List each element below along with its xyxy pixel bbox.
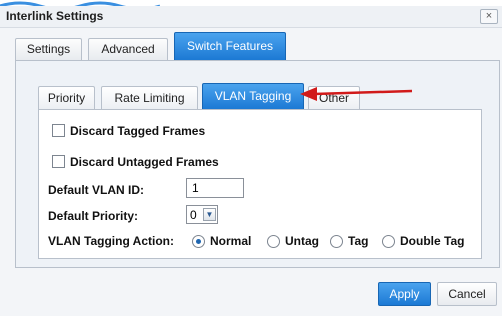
dialog-titlebar: Interlink Settings × (0, 6, 502, 28)
discard-untagged-label: Discard Untagged Frames (70, 155, 219, 169)
default-priority-label: Default Priority: (48, 209, 139, 223)
tab-settings[interactable]: Settings (15, 38, 82, 60)
radio-normal-label: Normal (210, 234, 252, 248)
tab-priority[interactable]: Priority (38, 86, 95, 109)
tab-rate-limiting[interactable]: Rate Limiting (101, 86, 198, 109)
default-priority-select[interactable]: 0 ▼ (186, 205, 218, 224)
tab-vlan-tagging[interactable]: VLAN Tagging (202, 83, 304, 109)
close-button[interactable]: × (480, 9, 498, 24)
radio-double-tag-label: Double Tag (400, 234, 465, 248)
discard-tagged-checkbox[interactable] (52, 124, 65, 137)
apply-button[interactable]: Apply (378, 282, 431, 306)
close-icon: × (485, 10, 493, 22)
discard-tagged-label: Discard Tagged Frames (70, 124, 206, 138)
radio-normal[interactable] (192, 235, 205, 248)
radio-untag[interactable] (267, 235, 280, 248)
cancel-button[interactable]: Cancel (437, 282, 497, 306)
discard-untagged-checkbox[interactable] (52, 155, 65, 168)
tab-switch-features[interactable]: Switch Features (174, 32, 286, 60)
red-arrow-annotation (300, 87, 413, 101)
default-vlan-input[interactable] (186, 178, 244, 198)
tab-advanced[interactable]: Advanced (88, 38, 168, 60)
dialog-title: Interlink Settings (6, 9, 104, 23)
radio-untag-label: Untag (285, 234, 319, 248)
chevron-down-icon: ▼ (203, 208, 216, 221)
radio-tag[interactable] (330, 235, 343, 248)
tagging-action-label: VLAN Tagging Action: (48, 234, 174, 248)
radio-double-tag[interactable] (382, 235, 395, 248)
default-priority-value: 0 (190, 208, 197, 222)
default-vlan-label: Default VLAN ID: (48, 183, 144, 197)
radio-tag-label: Tag (348, 234, 369, 248)
